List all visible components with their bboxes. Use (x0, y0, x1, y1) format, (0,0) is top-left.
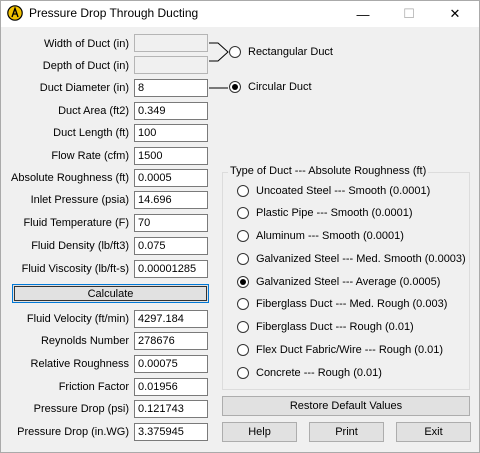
fluid-temperature-input[interactable]: 70 (134, 214, 208, 232)
fluid-viscosity-input[interactable]: 0.00001285 (134, 260, 208, 278)
radio-circle-icon[interactable] (237, 253, 249, 265)
label-duct-length: Duct Length (ft) (53, 127, 129, 139)
label-inlet-pressure: Inlet Pressure (psia) (30, 194, 129, 206)
absolute-roughness-input[interactable]: 0.0005 (134, 169, 208, 187)
label-pressure-drop-inwg: Pressure Drop (in.WG) (17, 426, 129, 438)
fluid-velocity-output[interactable]: 4297.184 (134, 310, 208, 328)
flow-rate-input[interactable]: 1500 (134, 147, 208, 165)
title-bar[interactable]: Pressure Drop Through Ducting — ☐ ✕ (1, 1, 479, 27)
duct-type-option[interactable]: Galvanized Steel --- Med. Smooth (0.0003… (237, 253, 466, 265)
radio-circle-icon[interactable] (237, 367, 249, 379)
label-depth-of-duct: Depth of Duct (in) (42, 60, 129, 72)
label-fluid-viscosity: Fluid Viscosity (lb/ft-s) (21, 263, 129, 275)
radio-circle-checked-icon[interactable] (237, 276, 249, 288)
duct-type-option[interactable]: Flex Duct Fabric/Wire --- Rough (0.01) (237, 344, 443, 356)
label-absolute-roughness: Absolute Roughness (ft) (10, 172, 129, 184)
label-friction-factor: Friction Factor (58, 381, 129, 393)
duct-diameter-input[interactable]: 8 (134, 79, 208, 97)
calculate-button[interactable]: Calculate (12, 284, 209, 303)
rectangular-bracket-icon (209, 42, 229, 62)
duct-type-option-label: Uncoated Steel --- Smooth (0.0001) (256, 185, 431, 197)
label-width-of-duct: Width of Duct (in) (44, 38, 129, 50)
inlet-pressure-input[interactable]: 14.696 (134, 191, 208, 209)
circular-radio-circle-icon[interactable] (229, 81, 241, 93)
duct-type-option-label: Fiberglass Duct --- Med. Rough (0.003) (256, 298, 448, 310)
label-fluid-density: Fluid Density (lb/ft3) (31, 240, 129, 252)
duct-type-option-label: Aluminum --- Smooth (0.0001) (256, 230, 404, 242)
minimize-button[interactable]: — (340, 1, 386, 27)
radio-circle-icon[interactable] (237, 298, 249, 310)
pressure-drop-inwg-output[interactable]: 3.375945 (134, 423, 208, 441)
exit-button[interactable]: Exit (396, 422, 471, 442)
duct-type-option-label: Fiberglass Duct --- Rough (0.01) (256, 321, 414, 333)
duct-length-input[interactable]: 100 (134, 124, 208, 142)
help-button[interactable]: Help (222, 422, 297, 442)
fluid-density-input[interactable]: 0.075 (134, 237, 208, 255)
rectangular-duct-label: Rectangular Duct (248, 46, 333, 58)
duct-type-option[interactable]: Uncoated Steel --- Smooth (0.0001) (237, 185, 430, 197)
radio-circle-icon[interactable] (237, 321, 249, 333)
duct-type-option-label: Plastic Pipe --- Smooth (0.0001) (256, 207, 413, 219)
label-reynolds-number: Reynolds Number (40, 335, 129, 347)
duct-type-option-label: Flex Duct Fabric/Wire --- Rough (0.01) (256, 344, 444, 356)
label-relative-roughness: Relative Roughness (30, 358, 129, 370)
reynolds-number-output[interactable]: 278676 (134, 332, 208, 350)
duct-type-option[interactable]: Aluminum --- Smooth (0.0001) (237, 230, 404, 242)
window-title: Pressure Drop Through Ducting (29, 6, 199, 20)
print-button[interactable]: Print (309, 422, 384, 442)
label-pressure-drop-psi: Pressure Drop (psi) (33, 403, 129, 415)
circular-duct-label: Circular Duct (248, 81, 312, 93)
duct-area-input[interactable]: 0.349 (134, 102, 208, 120)
label-flow-rate: Flow Rate (cfm) (51, 150, 129, 162)
pressure-drop-psi-output[interactable]: 0.121743 (134, 400, 208, 418)
duct-type-option[interactable]: Plastic Pipe --- Smooth (0.0001) (237, 207, 413, 219)
label-fluid-velocity: Fluid Velocity (ft/min) (26, 313, 129, 325)
label-fluid-temperature: Fluid Temperature (F) (23, 217, 129, 229)
close-button[interactable]: ✕ (432, 1, 478, 27)
rectangular-radio-circle-icon[interactable] (229, 46, 241, 58)
duct-type-option[interactable]: Fiberglass Duct --- Rough (0.01) (237, 321, 414, 333)
radio-circle-icon[interactable] (237, 207, 249, 219)
duct-type-option[interactable]: Concrete --- Rough (0.01) (237, 367, 382, 379)
maximize-button[interactable]: ☐ (386, 1, 432, 27)
circular-connector-line-icon (209, 87, 228, 89)
duct-type-legend: Type of Duct --- Absolute Roughness (ft) (228, 165, 429, 177)
circular-duct-radio[interactable]: Circular Duct (229, 81, 312, 93)
restore-defaults-button[interactable]: Restore Default Values (222, 396, 470, 416)
duct-type-option-label: Concrete --- Rough (0.01) (256, 367, 382, 379)
app-window: Pressure Drop Through Ducting — ☐ ✕ Widt… (0, 0, 480, 453)
label-duct-diameter: Duct Diameter (in) (39, 82, 129, 94)
width-of-duct-input[interactable] (134, 34, 208, 52)
radio-circle-icon[interactable] (237, 185, 249, 197)
duct-type-option-label: Galvanized Steel --- Med. Smooth (0.0003… (256, 253, 466, 265)
rectangular-duct-radio[interactable]: Rectangular Duct (229, 46, 333, 58)
label-duct-area: Duct Area (ft2) (58, 105, 129, 117)
duct-type-option-label: Galvanized Steel --- Average (0.0005) (256, 276, 441, 288)
radio-circle-icon[interactable] (237, 344, 249, 356)
depth-of-duct-input[interactable] (134, 56, 208, 74)
friction-factor-output[interactable]: 0.01956 (134, 378, 208, 396)
radio-circle-icon[interactable] (237, 230, 249, 242)
app-logo-icon (7, 5, 23, 21)
relative-roughness-output[interactable]: 0.00075 (134, 355, 208, 373)
duct-type-option[interactable]: Galvanized Steel --- Average (0.0005) (237, 276, 440, 288)
duct-type-option[interactable]: Fiberglass Duct --- Med. Rough (0.003) (237, 298, 447, 310)
